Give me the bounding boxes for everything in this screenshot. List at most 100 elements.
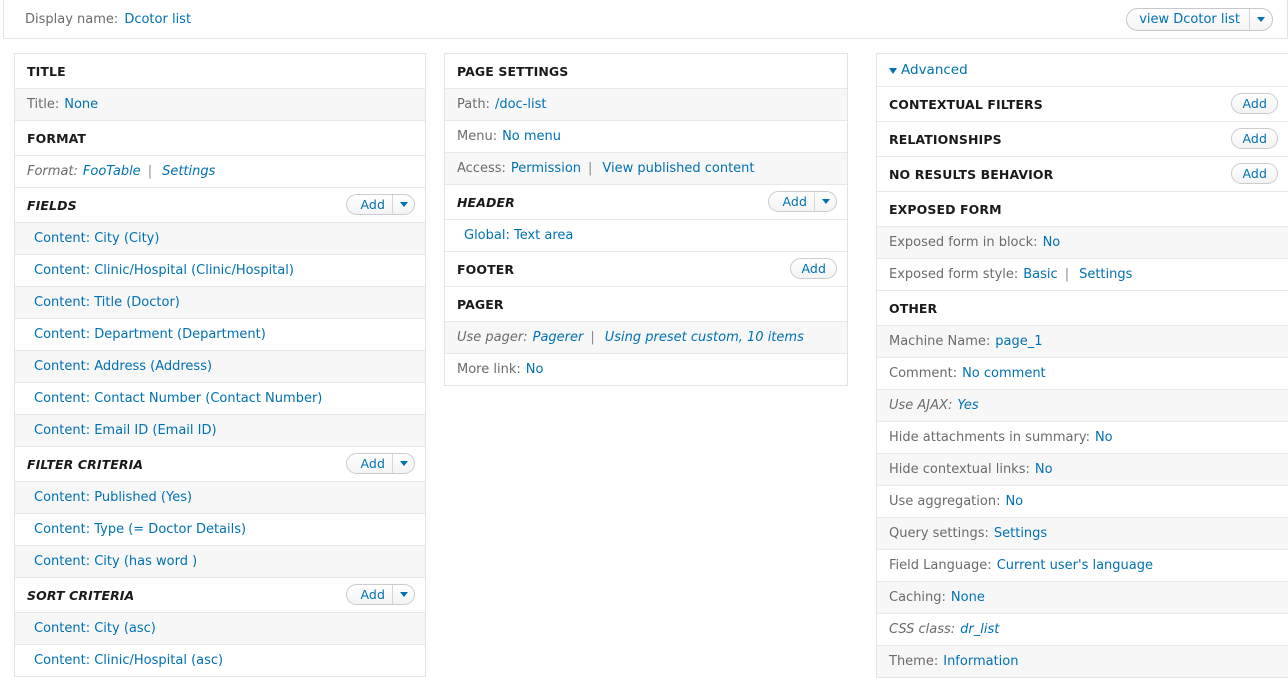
row-link-permission[interactable]: Permission [511,161,581,176]
add-button-label: Add [1242,166,1267,181]
section-header-fields: FIELDS Add [15,188,425,223]
row-link-content-clinic-hospital-clinic-hospital[interactable]: Content: Clinic/Hospital (Clinic/Hospita… [34,263,294,278]
row-link-content-address-address[interactable]: Content: Address (Address) [34,359,212,374]
row-label: Format: [27,164,78,179]
display-name-value[interactable]: Dcotor list [124,12,191,27]
row-link-content-title-doctor[interactable]: Content: Title (Doctor) [34,295,180,310]
row-exposed-form-style: Exposed form style: Basic | Settings [877,259,1288,291]
section-title: PAGE SETTINGS [457,64,569,79]
row-use-ajax: Use AJAX: Yes [877,390,1288,422]
add-button-fields[interactable]: Add [346,194,415,215]
row-content-published-yes: Content: Published (Yes) [15,482,425,514]
row-link-settings[interactable]: Settings [162,164,215,179]
row-theme: Theme: Information [877,646,1288,677]
chevron-down-icon[interactable] [393,454,414,473]
add-button-contextual-filters[interactable]: Add [1231,93,1278,114]
row-separator: | [588,161,593,176]
row-machine-name: Machine Name: page_1 [877,326,1288,358]
section-header-sort-criteria: SORT CRITERIA Add [15,578,425,613]
triangle-down-icon [889,68,897,74]
add-button-relationships[interactable]: Add [1231,128,1278,149]
row-link-no[interactable]: No [1095,430,1113,445]
row-use-pager: Use pager: Pagerer | Using preset custom, 1… [445,322,847,354]
row-link-footable[interactable]: FooTable [83,164,141,179]
section-title: PAGER [457,297,504,312]
add-button-label: Add [782,194,807,209]
row-link-content-city-city[interactable]: Content: City (City) [34,231,159,246]
section-title: EXPOSED FORM [889,202,1002,217]
row-label: Query settings: [889,526,989,541]
row-label: Theme: [889,654,939,669]
column-right: Advanced CONTEXTUAL FILTERS Add RELATIONSHI… [876,53,1288,678]
row-hide-attachments-in-summary: Hide attachments in summary: No [877,422,1288,454]
column-left: TITLE Title: None FORMAT Format: FooTable | Set… [14,53,426,677]
row-link-content-city-has-word[interactable]: Content: City (has word ) [34,554,197,569]
row-link-settings[interactable]: Settings [994,526,1047,541]
row-link-doc-list[interactable]: /doc-list [495,97,547,112]
row-link-content-email-id-email-id[interactable]: Content: Email ID (Email ID) [34,423,217,438]
row-link-information[interactable]: Information [943,654,1018,669]
row-content-address-address: Content: Address (Address) [15,351,425,383]
row-link-content-city-asc[interactable]: Content: City (asc) [34,621,156,636]
row-link-content-clinic-hospital-asc[interactable]: Content: Clinic/Hospital (asc) [34,653,223,668]
row-link-content-published-yes[interactable]: Content: Published (Yes) [34,490,192,505]
row-link-no-comment[interactable]: No comment [962,366,1046,381]
add-button-header[interactable]: Add [768,191,837,212]
chevron-down-icon[interactable] [1250,9,1272,30]
section-title: CONTEXTUAL FILTERS [889,97,1043,112]
row-link-view-published-content[interactable]: View published content [602,161,754,176]
row-link-global-text-area[interactable]: Global: Text area [464,228,573,243]
row-label: Use pager: [457,330,528,345]
row-link-no[interactable]: No [1035,462,1053,477]
chevron-down-icon[interactable] [815,192,836,211]
row-separator: | [1064,267,1070,282]
row-link-basic[interactable]: Basic [1023,267,1057,282]
row-hide-contextual-links: Hide contextual links: No [877,454,1288,486]
row-label: Path: [457,97,490,112]
chevron-down-icon[interactable] [393,195,414,214]
add-button-no-results-behavior[interactable]: Add [1231,163,1278,184]
add-button-label: Add [360,197,385,212]
row-link-no[interactable]: No [526,362,544,377]
row-content-contact-number-contact-number: Content: Contact Number (Contact Number) [15,383,425,415]
row-link-no[interactable]: No [1005,494,1023,509]
add-button-sort-criteria[interactable]: Add [346,584,415,605]
row-link-pagerer[interactable]: Pagerer [533,330,584,345]
row-label: Machine Name: [889,334,991,349]
row-link-yes[interactable]: Yes [957,398,978,413]
row-link-no[interactable]: No [1043,235,1061,250]
row-label: Hide contextual links: [889,462,1030,477]
section-title: HEADER [457,195,515,210]
row-query-settings: Query settings: Settings [877,518,1288,550]
section-header-relationships: RELATIONSHIPS Add [877,122,1288,157]
row-link-using-preset-custom-10-items[interactable]: Using preset custom, 10 items [605,330,804,345]
add-button-footer[interactable]: Add [790,258,837,279]
row-link-content-contact-number-contact-number[interactable]: Content: Contact Number (Contact Number) [34,391,322,406]
row-link-content-type-doctor-details[interactable]: Content: Type (= Doctor Details) [34,522,246,537]
section-header-header: HEADER Add [445,185,847,220]
section-title: RELATIONSHIPS [889,132,1002,147]
section-header-exposed-form: EXPOSED FORM [877,192,1288,227]
row-link-dr-list[interactable]: dr_list [960,622,999,637]
row-label: Comment: [889,366,958,381]
row-link-none[interactable]: None [64,97,98,112]
row-content-email-id-email-id: Content: Email ID (Email ID) [15,415,425,447]
row-link-page-1[interactable]: page_1 [995,334,1042,349]
chevron-down-icon[interactable] [393,585,414,604]
row-label: Hide attachments in summary: [889,430,1090,445]
section-header-contextual-filters: CONTEXTUAL FILTERS Add [877,87,1288,122]
row-link-content-department-department[interactable]: Content: Department (Department) [34,327,266,342]
row-link-none[interactable]: None [951,590,985,605]
row-content-type-doctor-details: Content: Type (= Doctor Details) [15,514,425,546]
section-header-title: TITLE [15,54,425,89]
advanced-toggle[interactable]: Advanced [877,54,1288,87]
row-link-no-menu[interactable]: No menu [502,129,561,144]
row-caching: Caching: None [877,582,1288,614]
row-link-settings[interactable]: Settings [1079,267,1132,282]
view-display-button[interactable]: view Dcotor list [1126,8,1273,31]
row-link-current-user-s-language[interactable]: Current user's language [997,558,1153,573]
row-label: More link: [457,362,521,377]
row-label: Use AJAX: [889,398,953,413]
row-content-city-city: Content: City (City) [15,223,425,255]
add-button-filter-criteria[interactable]: Add [346,453,415,474]
